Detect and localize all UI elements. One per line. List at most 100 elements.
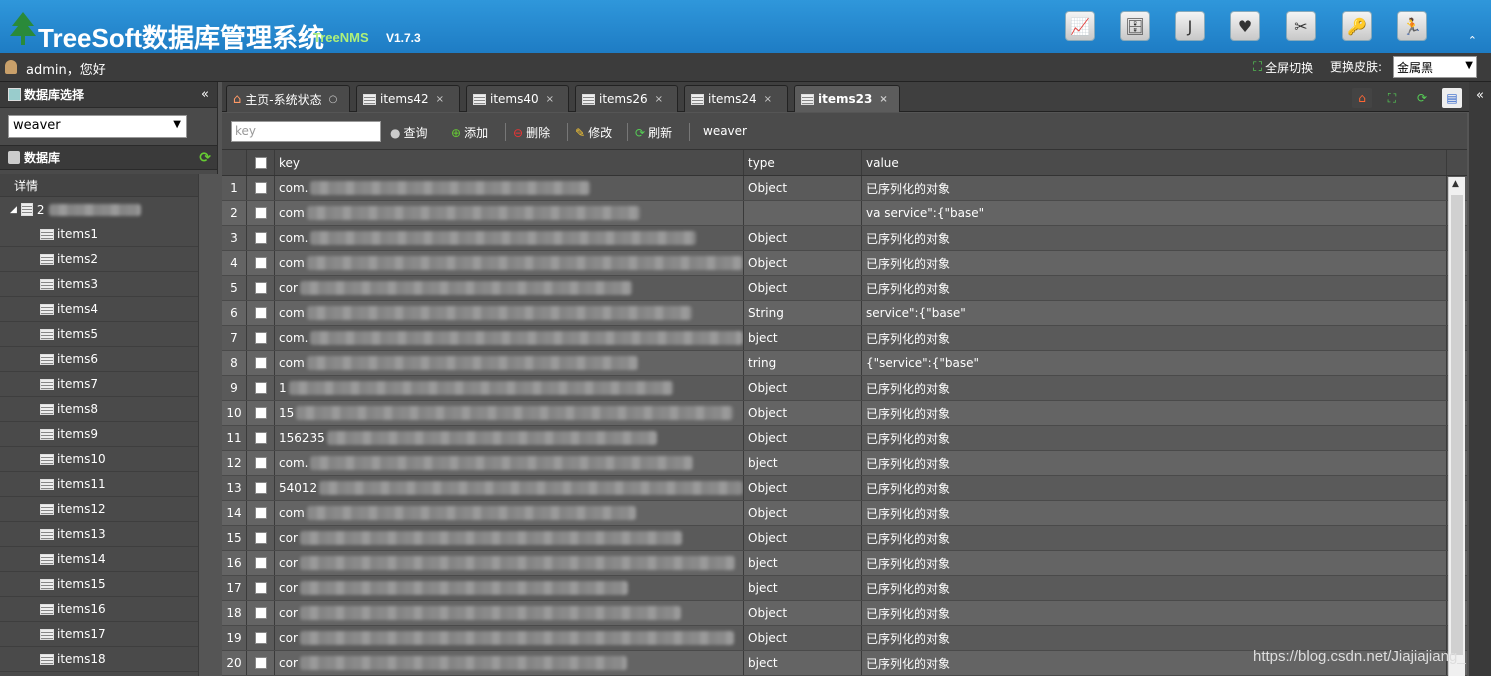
row-checkbox-cell[interactable] — [247, 176, 275, 200]
cell-key[interactable]: com. — [275, 451, 744, 475]
cell-type[interactable]: bject — [744, 651, 862, 675]
scrollbar-thumb[interactable] — [1451, 195, 1463, 655]
cell-key[interactable]: cor — [275, 526, 744, 550]
collapse-header-icon[interactable]: ⌃ — [1468, 34, 1477, 47]
row-checkbox-cell[interactable] — [247, 276, 275, 300]
table-row[interactable]: 16 cor bject 已序列化的对象 — [222, 551, 1467, 576]
table-row[interactable]: 6 com String service":{"base" — [222, 301, 1467, 326]
refresh-button[interactable]: ⟳ 刷新 — [635, 124, 672, 141]
skin-select[interactable]: 金属黑 ▼ — [1393, 56, 1477, 78]
cell-key[interactable]: cor — [275, 626, 744, 650]
cell-key[interactable]: com — [275, 301, 744, 325]
row-checkbox-cell[interactable] — [247, 551, 275, 575]
table-row[interactable]: 13 54012 Object 已序列化的对象 — [222, 476, 1467, 501]
column-header-value[interactable]: value — [862, 150, 1447, 175]
table-row[interactable]: 17 cor bject 已序列化的对象 — [222, 576, 1467, 601]
row-checkbox-cell[interactable] — [247, 351, 275, 375]
cell-type[interactable]: String — [744, 301, 862, 325]
window-icon[interactable]: ▤ — [1442, 88, 1462, 108]
tree-item-items10[interactable]: items10 — [0, 447, 198, 472]
table-row[interactable]: 10 15 Object 已序列化的对象 — [222, 401, 1467, 426]
cell-value[interactable]: 已序列化的对象 — [862, 476, 1447, 500]
close-icon[interactable]: ○ — [329, 94, 338, 105]
tree-item-items15[interactable]: items15 — [0, 572, 198, 597]
fullscreen-icon[interactable]: ⛶ — [1382, 88, 1402, 108]
cell-key[interactable]: com. — [275, 176, 744, 200]
tree-item-items18[interactable]: items18 — [0, 647, 198, 672]
column-header-key[interactable]: key — [275, 150, 744, 175]
row-checkbox[interactable] — [254, 432, 267, 444]
row-checkbox[interactable] — [254, 532, 267, 544]
cell-key[interactable]: com — [275, 351, 744, 375]
collapse-sidebar-icon[interactable]: « — [201, 87, 209, 102]
fullscreen-toggle-button[interactable]: ⛶ 全屏切换 — [1253, 59, 1313, 76]
row-checkbox[interactable] — [254, 557, 267, 569]
tree-item-items17[interactable]: items17 — [0, 622, 198, 647]
cell-value[interactable]: 已序列化的对象 — [862, 376, 1447, 400]
edit-button[interactable]: ✎ 修改 — [575, 124, 612, 141]
select-all-checkbox-cell[interactable] — [247, 150, 275, 175]
select-all-checkbox[interactable] — [254, 156, 267, 169]
cell-type[interactable]: Object — [744, 526, 862, 550]
table-row[interactable]: 7 com. bject 已序列化的对象 — [222, 326, 1467, 351]
row-checkbox[interactable] — [254, 232, 267, 244]
row-checkbox[interactable] — [254, 207, 267, 219]
grid-vertical-scrollbar[interactable]: ▲ — [1448, 177, 1465, 676]
cell-type[interactable]: Object — [744, 251, 862, 275]
row-checkbox-cell[interactable] — [247, 626, 275, 650]
tree-item-items1[interactable]: items1 — [0, 222, 198, 247]
home-icon[interactable]: ⌂ — [1352, 88, 1372, 108]
cell-key[interactable]: 1 — [275, 376, 744, 400]
tree-item-items13[interactable]: items13 — [0, 522, 198, 547]
row-checkbox-cell[interactable] — [247, 376, 275, 400]
row-checkbox[interactable] — [254, 357, 267, 369]
table-row[interactable]: 1 com. Object 已序列化的对象 — [222, 176, 1467, 201]
row-checkbox[interactable] — [254, 607, 267, 619]
cell-type[interactable] — [744, 201, 862, 225]
cell-type[interactable]: Object — [744, 626, 862, 650]
row-checkbox[interactable] — [254, 257, 267, 269]
tree-item-items16[interactable]: items16 — [0, 597, 198, 622]
j-icon-button[interactable]: J — [1175, 11, 1205, 41]
cell-value[interactable]: 已序列化的对象 — [862, 601, 1447, 625]
row-checkbox-cell[interactable] — [247, 201, 275, 225]
tree-item-items5[interactable]: items5 — [0, 322, 198, 347]
cell-value[interactable]: 已序列化的对象 — [862, 626, 1447, 650]
tab-items40[interactable]: items40 × — [466, 85, 569, 112]
tree-item-items11[interactable]: items11 — [0, 472, 198, 497]
cell-key[interactable]: cor — [275, 651, 744, 675]
cell-type[interactable]: Object — [744, 376, 862, 400]
table-row[interactable]: 12 com. bject 已序列化的对象 — [222, 451, 1467, 476]
cell-type[interactable]: Object — [744, 601, 862, 625]
tab-items23[interactable]: items23 × — [794, 85, 900, 112]
cell-type[interactable]: Object — [744, 426, 862, 450]
row-checkbox-cell[interactable] — [247, 476, 275, 500]
cell-type[interactable]: bject — [744, 326, 862, 350]
cell-key[interactable]: cor — [275, 551, 744, 575]
cell-value[interactable]: 已序列化的对象 — [862, 276, 1447, 300]
row-checkbox-cell[interactable] — [247, 401, 275, 425]
cell-key[interactable]: cor — [275, 601, 744, 625]
cell-value[interactable]: 已序列化的对象 — [862, 226, 1447, 250]
cell-key[interactable]: cor — [275, 276, 744, 300]
cell-value[interactable]: 已序列化的对象 — [862, 526, 1447, 550]
cell-type[interactable]: bject — [744, 551, 862, 575]
cell-value[interactable]: 已序列化的对象 — [862, 401, 1447, 425]
cell-value[interactable]: 已序列化的对象 — [862, 326, 1447, 350]
close-icon[interactable]: × — [546, 94, 554, 105]
row-checkbox[interactable] — [254, 332, 267, 344]
cell-type[interactable]: tring — [744, 351, 862, 375]
row-checkbox[interactable] — [254, 482, 267, 494]
cell-value[interactable]: va service":{"base" — [862, 201, 1447, 225]
user-run-icon-button[interactable]: 🏃 — [1397, 11, 1427, 41]
tree-item-items3[interactable]: items3 — [0, 272, 198, 297]
cell-type[interactable]: Object — [744, 501, 862, 525]
table-row[interactable]: 3 com. Object 已序列化的对象 — [222, 226, 1467, 251]
row-checkbox-cell[interactable] — [247, 526, 275, 550]
table-row[interactable]: 15 cor Object 已序列化的对象 — [222, 526, 1467, 551]
table-row[interactable]: 9 1 Object 已序列化的对象 — [222, 376, 1467, 401]
database-select[interactable]: weaver ▼ — [8, 115, 187, 138]
row-checkbox[interactable] — [254, 307, 267, 319]
key-search-input[interactable]: key — [231, 121, 381, 142]
tab-home[interactable]: ⌂ 主页-系统状态 ○ — [226, 85, 350, 112]
